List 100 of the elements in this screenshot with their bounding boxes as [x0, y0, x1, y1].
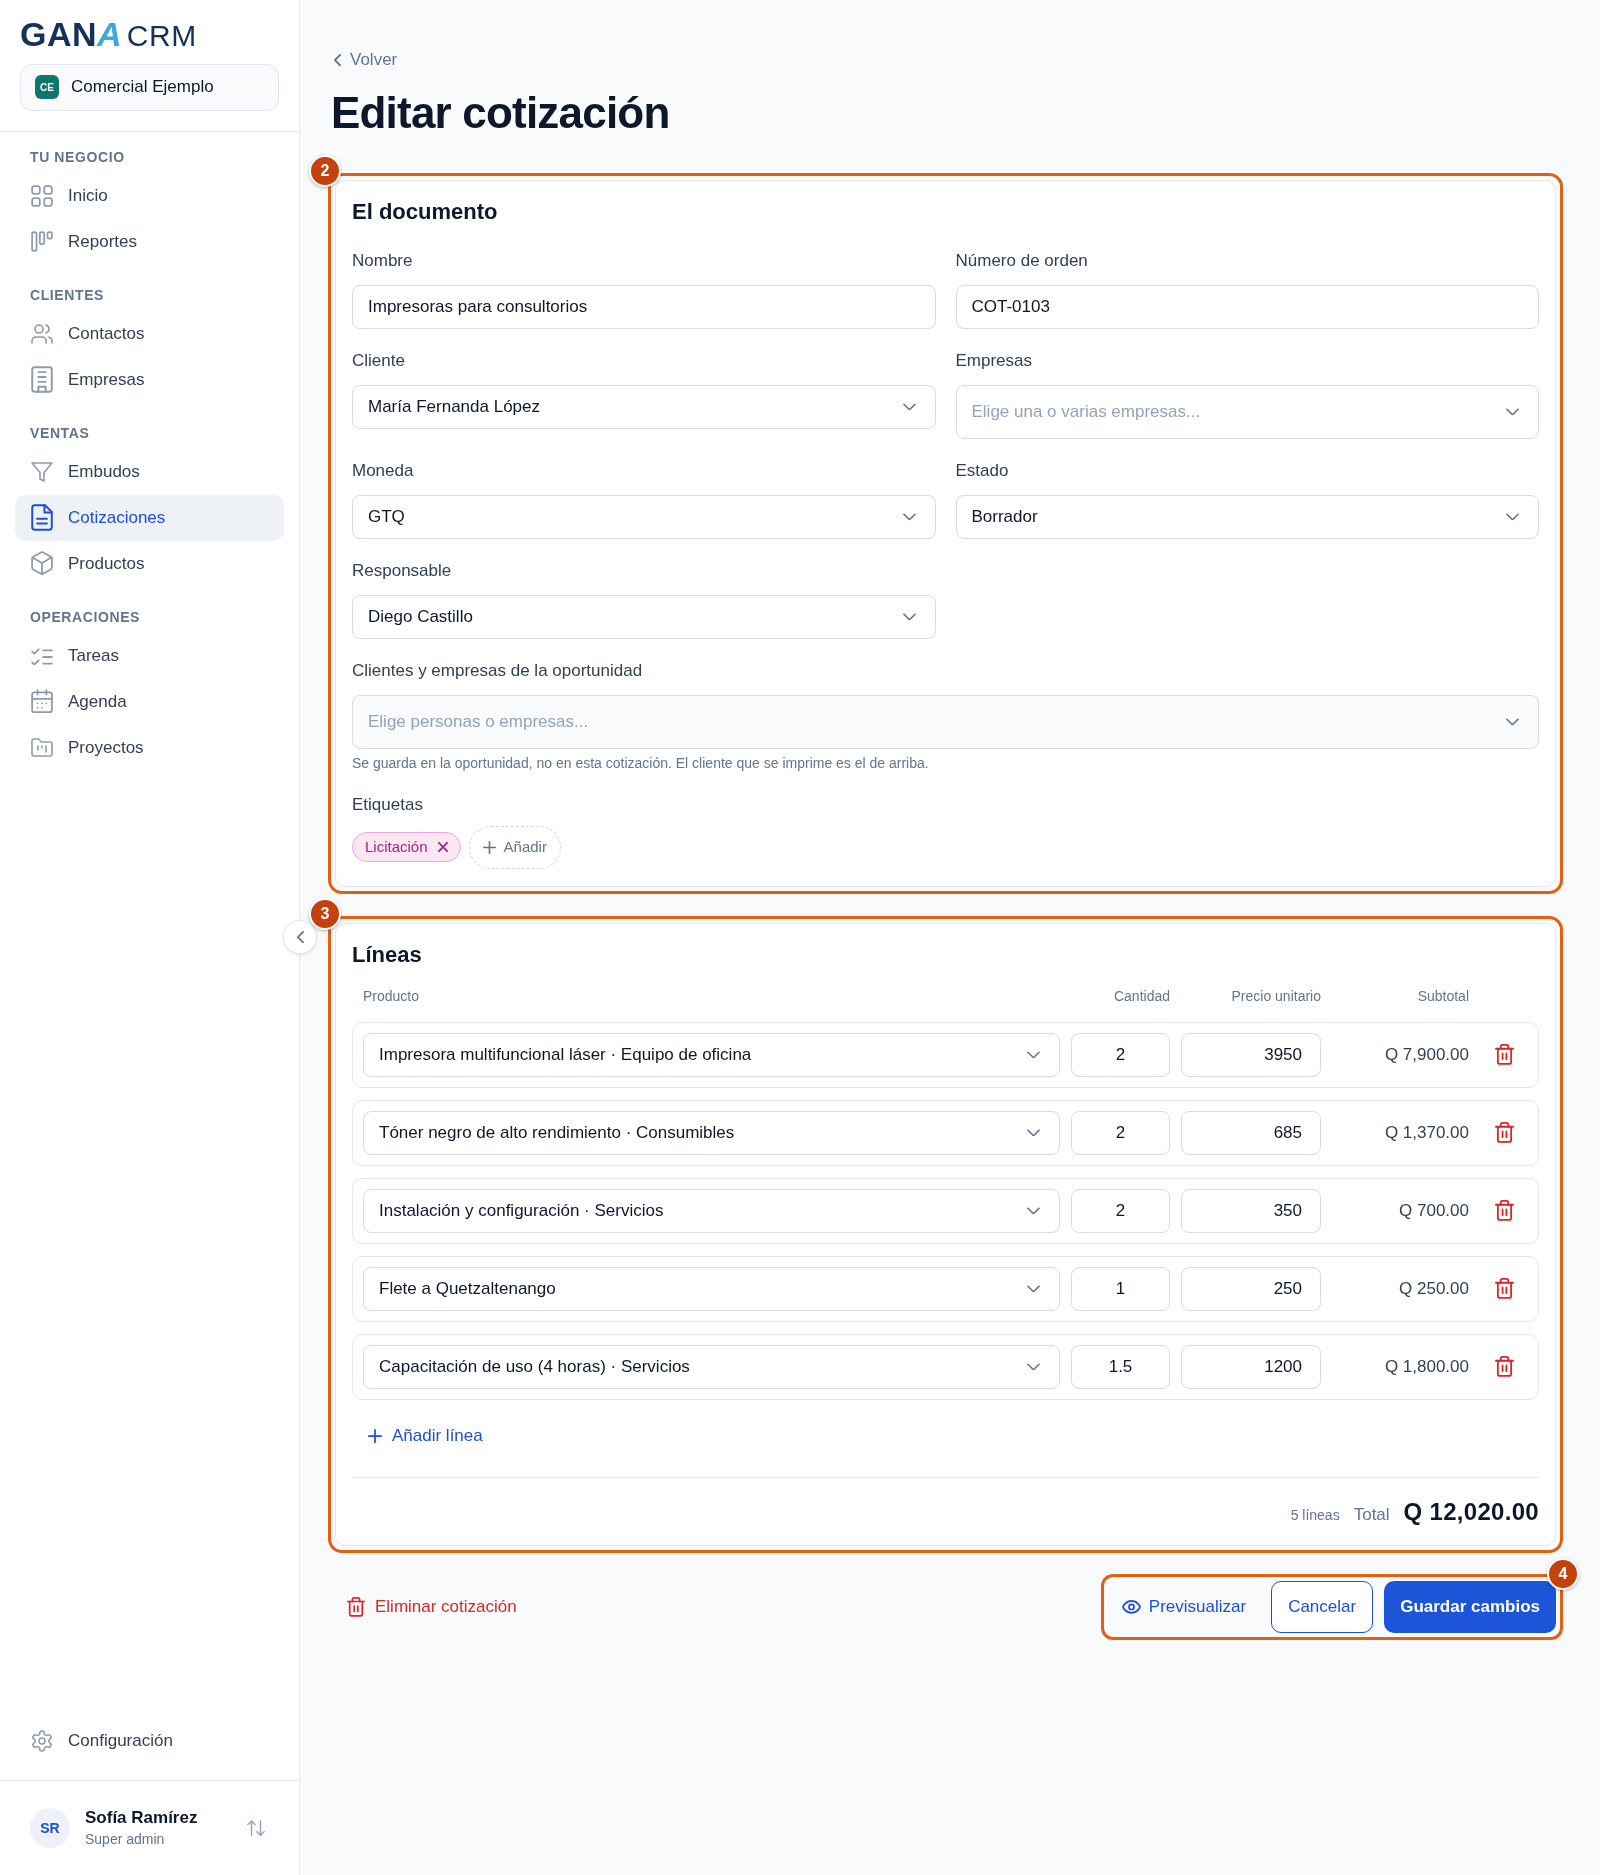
step-badge: 3 — [309, 897, 341, 930]
select-field[interactable]: Borrador — [955, 494, 1539, 539]
quantity-field[interactable]: 1.5 — [1071, 1344, 1170, 1389]
sidebar-item[interactable]: Inicio — [15, 172, 284, 219]
help-text: Se guarda en la oportunidad, no en esta cotización. El cliente que se imprime es el de arriba. — [352, 753, 930, 773]
select-field[interactable]: Tóner negro de alto rendimiento · Consumibles — [363, 1110, 1060, 1155]
chevron-left-icon — [296, 930, 304, 944]
sidebar-item[interactable]: Agenda — [15, 678, 284, 725]
plus-icon — [482, 840, 496, 854]
add-line-button[interactable]: Añadir línea — [362, 1423, 489, 1448]
add-tag-button[interactable]: Añadir — [468, 825, 561, 869]
sidebar-item[interactable]: Tareas — [15, 632, 284, 679]
chevron-down-icon — [902, 612, 916, 621]
user-avatar: SR — [30, 1808, 70, 1848]
field-label: Número de orden — [955, 249, 1089, 272]
chevron-left-icon — [334, 53, 341, 67]
checklist-icon — [31, 645, 53, 666]
trash-icon[interactable] — [1494, 1044, 1514, 1066]
sidebar-item[interactable]: Productos — [15, 540, 284, 587]
text-field[interactable]: Impresoras para consultorios — [352, 284, 936, 329]
trash-icon — [347, 1596, 365, 1617]
chevron-down-icon — [1027, 1362, 1040, 1371]
sidebar-item[interactable]: Empresas — [15, 356, 284, 403]
column-header: Cantidad — [1113, 987, 1170, 1004]
sidebar-item[interactable]: Proyectos — [15, 724, 284, 771]
select-field[interactable]: Diego Castillo — [352, 594, 936, 639]
subtotal-text: Q 1,800.00 — [1384, 1356, 1469, 1376]
chevron-down-icon — [902, 512, 916, 521]
step-badge: 4 — [1547, 1557, 1579, 1590]
sidebar-item[interactable]: Cotizaciones — [15, 494, 284, 541]
section-title: Líneas — [352, 940, 423, 969]
price-field[interactable]: 250 — [1181, 1266, 1321, 1311]
quantity-field[interactable]: 1 — [1071, 1266, 1170, 1311]
chevron-down-icon — [1027, 1128, 1040, 1137]
multi-select-field[interactable]: Elige una o varias empresas... — [955, 384, 1539, 439]
cancel-button[interactable]: Cancelar — [1271, 1580, 1374, 1633]
close-icon[interactable] — [437, 842, 448, 853]
field-label: Moneda — [352, 459, 415, 482]
trash-icon[interactable] — [1494, 1200, 1514, 1222]
chevron-down-icon — [1506, 717, 1519, 726]
trash-icon[interactable] — [1494, 1122, 1514, 1144]
document-icon — [31, 504, 53, 531]
select-field[interactable]: Capacitación de uso (4 horas) · Servicios — [363, 1344, 1060, 1389]
bar-chart-icon — [31, 231, 53, 252]
column-header: Precio unitario — [1231, 987, 1321, 1004]
eye-icon — [1121, 1599, 1141, 1614]
chevron-down-icon — [1027, 1050, 1040, 1059]
sidebar-item[interactable]: Contactos — [15, 310, 284, 357]
preview-button[interactable]: Previsualizar — [1107, 1580, 1261, 1633]
multi-select-field[interactable]: Elige personas o empresas... — [352, 694, 1539, 749]
total-label: Total — [1353, 1504, 1390, 1527]
sidebar-item[interactable]: Reportes — [15, 218, 284, 265]
sidebar-item[interactable]: Configuración — [15, 1718, 284, 1764]
logo-wordmark: GANA CRM — [20, 16, 197, 52]
select-field[interactable]: Impresora multifuncional láser · Equipo de oficina — [363, 1032, 1060, 1077]
total-amount: Q 12,020.00 — [1403, 1497, 1539, 1528]
section-title: El documento — [352, 197, 499, 226]
up-down-arrows-icon[interactable] — [247, 1819, 265, 1837]
field-label: Clientes y empresas de la oportunidad — [352, 659, 644, 682]
delete-quote-button[interactable]: Eliminar cotización — [347, 1593, 517, 1620]
section-heading: CLIENTES — [29, 285, 106, 305]
quantity-field[interactable]: 2 — [1071, 1032, 1170, 1077]
back-link[interactable]: Volver — [334, 48, 398, 72]
chevron-down-icon — [1506, 407, 1519, 416]
chevron-down-icon — [1027, 1284, 1040, 1293]
price-field[interactable]: 350 — [1181, 1188, 1321, 1233]
subtotal-text: Q 7,900.00 — [1384, 1044, 1469, 1064]
trash-icon[interactable] — [1494, 1278, 1514, 1300]
subtotal-text: Q 1,370.00 — [1384, 1122, 1469, 1142]
workspace-switcher[interactable]: CE Comercial Ejemplo — [20, 63, 279, 111]
quantity-field[interactable]: 2 — [1071, 1188, 1170, 1233]
select-field[interactable]: María Fernanda López — [352, 384, 936, 429]
plus-icon — [368, 1428, 382, 1443]
field-label: Estado — [955, 459, 1010, 482]
save-button[interactable]: Guardar cambios — [1384, 1580, 1556, 1633]
chevron-down-icon — [902, 402, 916, 411]
tag-label: Licitación — [365, 836, 428, 857]
sidebar-item[interactable]: Embudos — [15, 448, 284, 495]
folder-icon — [31, 738, 53, 757]
field-label: Cliente — [352, 349, 406, 372]
field-label: Empresas — [955, 349, 1034, 372]
user-name: Sofía Ramírez — [85, 1807, 198, 1829]
field-label: Nombre — [352, 249, 414, 272]
workspace-initials: CE — [35, 75, 59, 99]
quantity-field[interactable]: 2 — [1071, 1110, 1170, 1155]
field-label: Responsable — [352, 559, 453, 582]
funnel-icon — [31, 461, 53, 482]
field-label: Etiquetas — [352, 793, 424, 816]
text-field[interactable]: COT-0103 — [955, 284, 1539, 329]
building-icon — [31, 366, 53, 393]
price-field[interactable]: 3950 — [1181, 1032, 1321, 1077]
select-field[interactable]: GTQ — [352, 494, 936, 539]
user-role: Super admin — [85, 1830, 166, 1849]
subtotal-text: Q 250.00 — [1399, 1278, 1469, 1298]
select-field[interactable]: Flete a Quetzaltenango — [363, 1266, 1060, 1311]
trash-icon[interactable] — [1494, 1356, 1514, 1378]
grid-icon — [31, 184, 53, 207]
price-field[interactable]: 1200 — [1181, 1344, 1321, 1389]
select-field[interactable]: Instalación y configuración · Servicios — [363, 1188, 1060, 1233]
price-field[interactable]: 685 — [1181, 1110, 1321, 1155]
